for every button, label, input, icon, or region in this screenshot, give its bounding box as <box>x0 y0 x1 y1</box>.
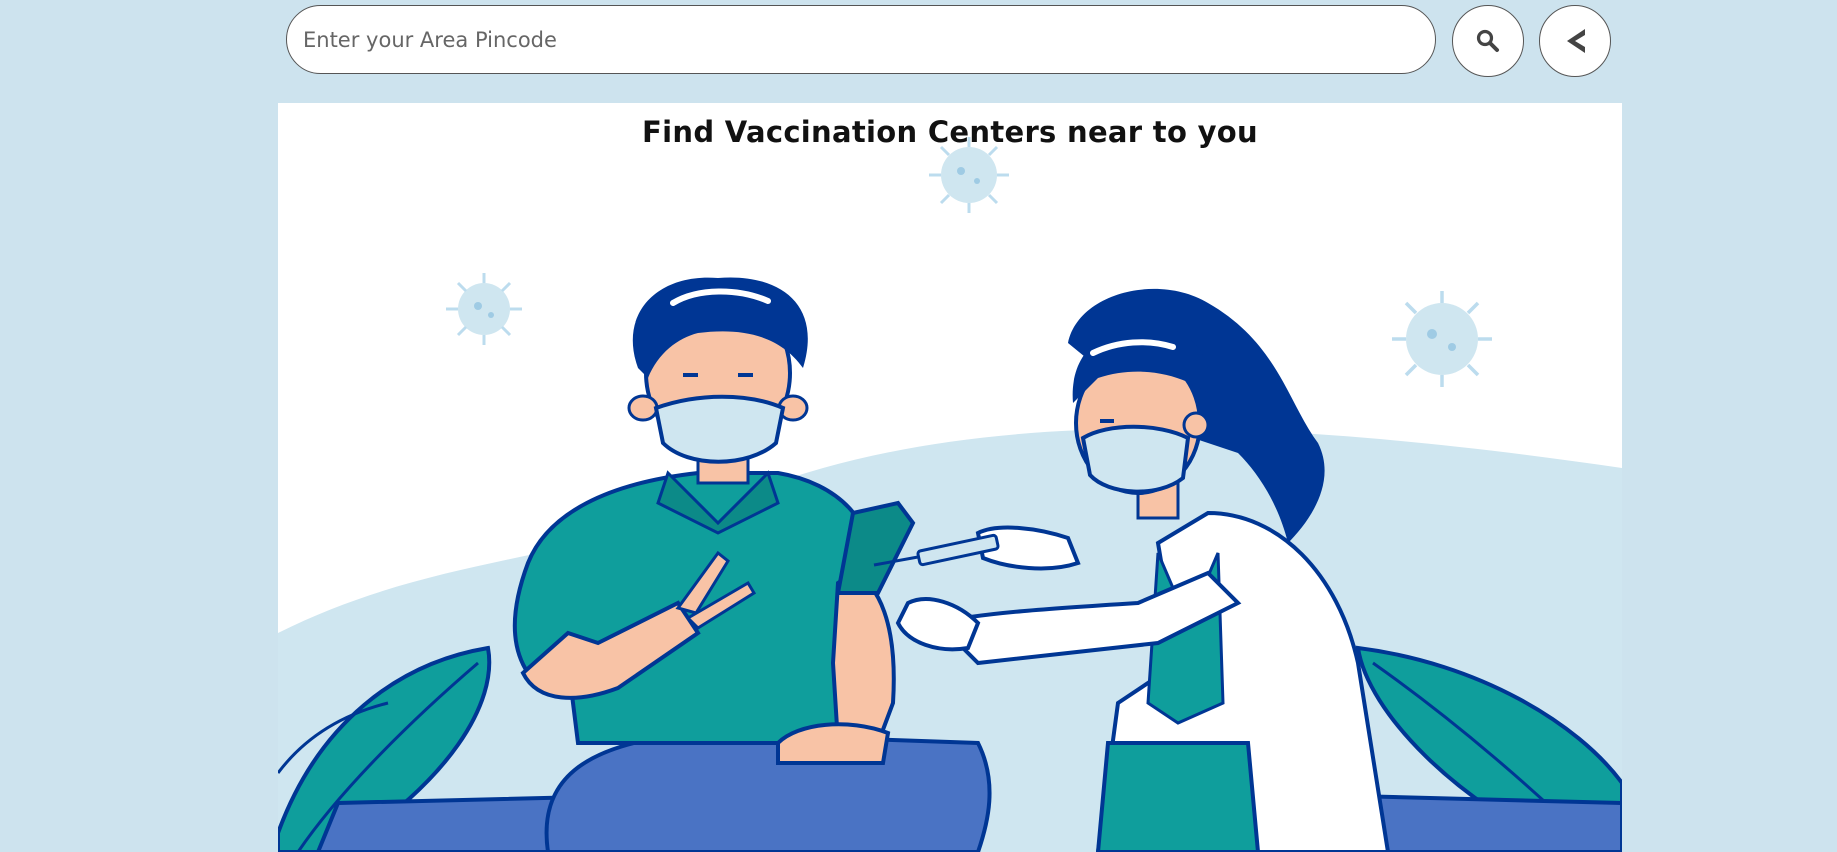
search-button[interactable] <box>1452 5 1524 77</box>
virus-icon <box>1392 291 1492 387</box>
chevron-left-icon <box>1567 29 1585 53</box>
virus-icon <box>446 273 522 345</box>
back-button[interactable] <box>1539 5 1611 77</box>
pincode-input[interactable] <box>301 26 1435 53</box>
pincode-search-field[interactable] <box>286 5 1436 74</box>
vaccination-illustration <box>278 137 1622 852</box>
main-card: Find Vaccination Centers near to you <box>278 103 1622 852</box>
magnifier-icon <box>1476 29 1499 52</box>
virus-icon <box>929 137 1009 213</box>
